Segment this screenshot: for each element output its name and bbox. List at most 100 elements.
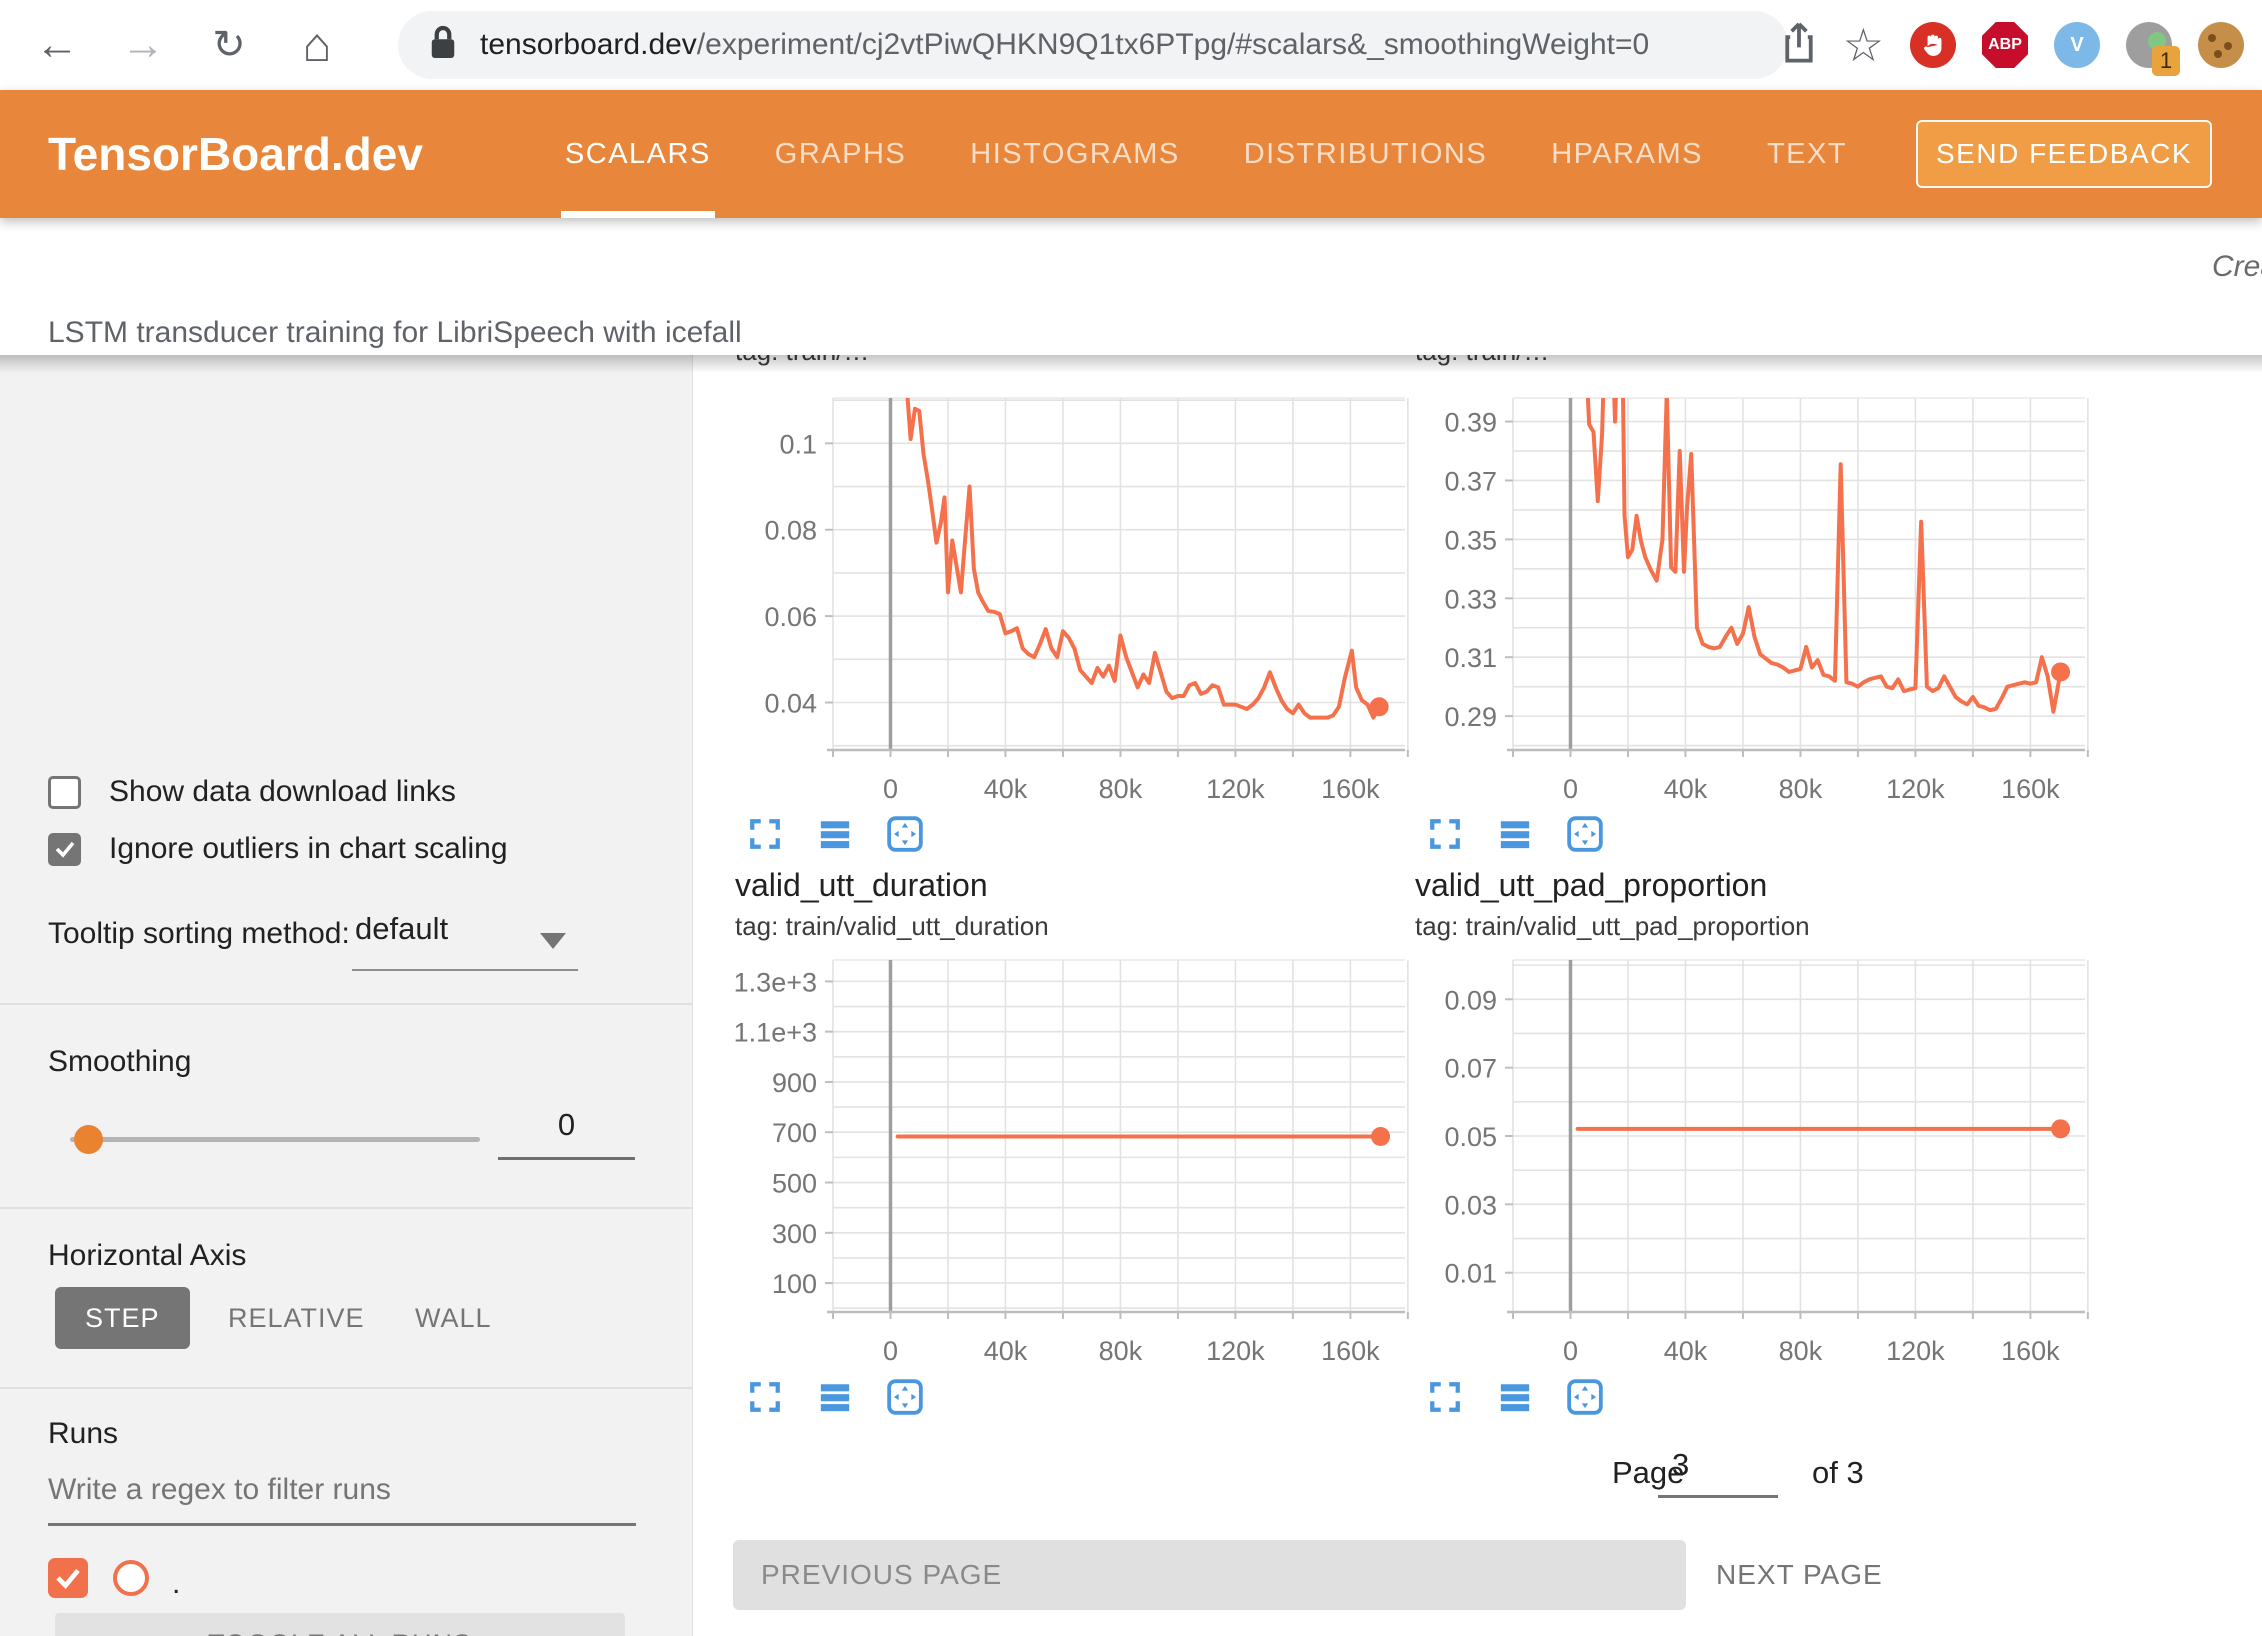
svg-text:0: 0 [883,1336,898,1366]
url-path: /experiment/cj2vtPiwQHKN9Q1tx6PTpg/#scal… [697,28,1649,61]
tab-histograms[interactable]: HISTOGRAMS [938,90,1211,218]
tab-hparams[interactable]: HPARAMS [1519,90,1735,218]
svg-text:40k: 40k [984,1336,1028,1366]
fullscreen-icon[interactable] [1426,1378,1464,1416]
toolbar-actions: ☆ ABP V 1 [1781,0,2262,90]
svg-text:0.29: 0.29 [1444,702,1497,732]
tab-graphs[interactable]: GRAPHS [743,90,938,218]
chart-row2-left[interactable]: 1003005007009001.1e+31.3e+3040k80k120k16… [728,952,1418,1372]
cookie-extension-icon[interactable] [2198,22,2244,68]
bookmark-star-icon[interactable]: ☆ [1843,18,1884,72]
fit-domain-icon[interactable] [886,815,924,853]
svg-text:100: 100 [772,1269,817,1299]
run-color-swatch[interactable] [113,1560,149,1596]
chart-actions-row1-left [746,815,924,853]
run-checkbox-checked[interactable] [48,1558,88,1598]
ignore-outliers-checkbox-row[interactable]: Ignore outliers in chart scaling [48,832,508,866]
data-series-icon[interactable] [816,815,854,853]
axis-wall-button[interactable]: WALL [385,1287,522,1349]
reload-icon[interactable]: ↻ [194,0,264,90]
svg-text:160k: 160k [1321,1336,1380,1366]
abp-label: ABP [1982,22,2028,68]
created-text-fragment: Crea [2212,250,2262,284]
data-series-icon[interactable] [816,1378,854,1416]
clipped-chart-tag-left: tag: train/… [735,355,1295,389]
svg-text:700: 700 [772,1118,817,1148]
svg-text:80k: 80k [1099,1336,1143,1366]
address-bar[interactable]: tensorboard.dev/experiment/cj2vtPiwQHKN9… [398,11,1788,79]
settings-sidebar: Show data download links Ignore outliers… [0,355,693,1636]
chart-tag: tag: train/valid_utt_duration [735,911,1049,942]
chart-row1-left[interactable]: 0.040.060.080.1040k80k120k160k [728,390,1418,810]
chevron-down-icon[interactable] [540,933,566,949]
svg-text:160k: 160k [1321,774,1380,804]
adblock-extension-icon[interactable] [1910,22,1956,68]
share-icon[interactable] [1781,21,1817,70]
tensorboard-header: TensorBoard.dev SCALARS GRAPHS HISTOGRAM… [0,90,2262,218]
data-series-icon[interactable] [1496,815,1534,853]
data-series-icon[interactable] [1496,1378,1534,1416]
svg-text:0.37: 0.37 [1444,466,1497,496]
divider [0,1387,693,1389]
tab-text[interactable]: TEXT [1735,90,1879,218]
fullscreen-icon[interactable] [746,1378,784,1416]
experiment-title: LSTM transducer training for LibriSpeech… [48,316,742,350]
chart-actions-row2-left [746,1378,924,1416]
forward-icon[interactable]: → [108,0,178,90]
chart-row2-right[interactable]: 0.010.030.050.070.09040k80k120k160k [1408,952,2098,1372]
toggle-all-runs-button[interactable]: TOGGLE ALL RUNS [55,1613,625,1636]
tooltip-sorting-select[interactable]: default [355,911,448,947]
select-underline [352,969,578,971]
page-number-input[interactable] [1658,1447,1778,1498]
svg-text:0.05: 0.05 [1444,1122,1497,1152]
nav-tabs: SCALARS GRAPHS HISTOGRAMS DISTRIBUTIONS … [533,90,1879,218]
smoothing-value-input[interactable] [498,1107,635,1160]
svg-text:0: 0 [883,774,898,804]
next-page-button[interactable]: NEXT PAGE [1716,1540,1883,1610]
runs-regex-input[interactable] [48,1473,636,1526]
svg-text:0.33: 0.33 [1444,584,1497,614]
tab-distributions[interactable]: DISTRIBUTIONS [1212,90,1519,218]
clipped-tag-text: tag: train/… [1415,355,1975,381]
smoothing-slider-thumb[interactable] [74,1125,103,1154]
show-download-links-checkbox-row[interactable]: Show data download links [48,775,456,809]
fit-domain-icon[interactable] [1566,815,1604,853]
cookie-chip [2214,50,2222,58]
checkbox-checked-icon[interactable] [48,833,81,866]
chart-actions-row1-right [1426,815,1604,853]
chart-row1-right[interactable]: 0.290.310.330.350.370.39040k80k120k160k [1408,390,2098,810]
smoothing-slider-track[interactable] [70,1137,480,1142]
svg-text:0.35: 0.35 [1444,525,1497,555]
fullscreen-icon[interactable] [1426,815,1464,853]
previous-page-button[interactable]: PREVIOUS PAGE [733,1540,1686,1610]
svg-text:120k: 120k [1886,1336,1945,1366]
checkbox-unchecked-icon[interactable] [48,776,81,809]
video-extension-icon[interactable]: V [2054,22,2100,68]
page-of-label: of 3 [1812,1455,1864,1491]
svg-text:160k: 160k [2001,774,2060,804]
axis-relative-button[interactable]: RELATIVE [198,1287,395,1349]
fit-domain-icon[interactable] [1566,1378,1604,1416]
svg-text:120k: 120k [1206,774,1265,804]
fullscreen-icon[interactable] [746,815,784,853]
abp-extension-icon[interactable]: ABP [1982,22,2028,68]
axis-step-button[interactable]: STEP [55,1287,190,1349]
run-name: . [172,1567,180,1601]
url-text[interactable]: tensorboard.dev/experiment/cj2vtPiwQHKN9… [480,28,1649,62]
privacy-extension-icon[interactable]: 1 [2126,22,2172,68]
smoothing-label: Smoothing [48,1045,191,1079]
tab-scalars[interactable]: SCALARS [533,90,743,218]
svg-text:40k: 40k [984,774,1028,804]
svg-text:80k: 80k [1099,774,1143,804]
cookie-chip [2208,34,2216,42]
home-icon[interactable]: ⌂ [282,0,352,90]
svg-text:0: 0 [1563,774,1578,804]
experiment-title-bar: LSTM transducer training for LibriSpeech… [0,218,2262,355]
fit-domain-icon[interactable] [886,1378,924,1416]
app-logo[interactable]: TensorBoard.dev [48,127,423,181]
svg-text:40k: 40k [1664,1336,1708,1366]
svg-text:80k: 80k [1779,1336,1823,1366]
send-feedback-button[interactable]: SEND FEEDBACK [1916,120,2212,188]
back-icon[interactable]: ← [22,0,92,90]
url-domain: tensorboard.dev [480,28,697,61]
